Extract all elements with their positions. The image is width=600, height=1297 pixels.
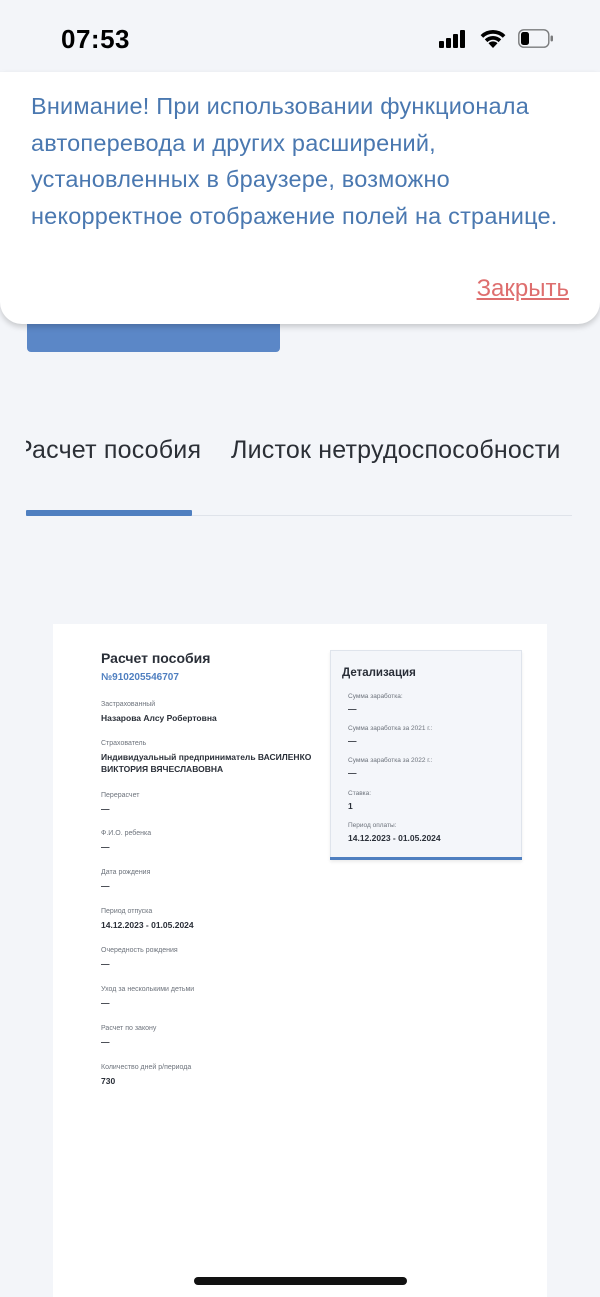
multiple-children-care-label: Уход за несколькими детьми [101,986,195,993]
document-title: Расчет пособия [101,650,211,666]
leave-period-value: 14.12.2023 - 01.05.2024 [101,920,194,930]
detail-earnings-2022-value: — [348,768,357,778]
recalculation-value: — [101,804,110,814]
tab-sick-leave[interactable]: Листок нетрудоспособности [231,436,561,465]
details-title: Детализация [342,667,416,679]
detail-payment-period-value: 14.12.2023 - 01.05.2024 [348,833,441,843]
leave-period-label: Период отпуска [101,908,153,915]
detail-earnings-2021-value: — [348,736,357,746]
employer-value: Индивидуальный предприниматель ВАСИЛЕНКО… [101,752,312,774]
document-preview: Расчет пособия №910205546707 Застрахован… [53,624,547,1297]
birth-date-label: Дата рождения [101,869,151,876]
details-accent-bar [330,857,522,860]
detail-earnings-2022-label: Сумма заработка за 2022 г.: [348,757,433,764]
detail-rate-value: 1 [348,801,353,811]
birth-order-value: — [101,959,110,969]
law-calculation-label: Расчет по закону [101,1025,157,1032]
wifi-icon [480,29,506,48]
close-link[interactable]: Закрыть [477,275,569,303]
details-panel: Детализация Сумма заработка: — Сумма зар… [330,650,522,860]
multiple-children-care-value: — [101,998,110,1008]
detail-earnings-2021-label: Сумма заработка за 2021 г.: [348,725,433,732]
birth-order-label: Очередность рождения [101,947,178,954]
warning-text: Внимание! При использовании функционала … [31,93,558,229]
status-time: 07:53 [61,24,130,54]
battery-icon [518,29,553,48]
active-tab-indicator [26,510,192,516]
child-name-value: — [101,842,110,852]
law-calculation-value: — [101,1037,110,1047]
birth-date-value: — [101,881,110,891]
detail-earnings-value: — [348,704,357,714]
recalculation-label: Перерасчет [101,792,140,799]
cellular-signal-icon [439,30,469,48]
period-days-value: 730 [101,1076,116,1086]
tabs: Расчет пособия Листок нетрудоспособности [26,420,572,517]
warning-banner: Внимание! При использовании функционала … [0,72,600,324]
home-indicator [194,1277,407,1285]
employer-label: Страхователь [101,740,147,747]
detail-earnings-label: Сумма заработка: [348,693,403,700]
document-number: №910205546707 [101,672,179,683]
insured-label: Застрахованный [101,701,156,708]
tab-benefit-calculation[interactable]: Расчет пособия [26,436,201,465]
insured-value: Назарова Алсу Робертовна [101,713,217,723]
screen: 07:53 Внимание! При использовании функци… [0,0,600,1297]
detail-payment-period-label: Период оплаты: [348,822,397,829]
child-name-label: Ф.И.О. ребенка [101,830,152,837]
detail-rate-label: Ставка: [348,790,372,797]
status-bar: 07:53 [0,0,600,72]
period-days-label: Количество дней р/периода [101,1064,192,1071]
